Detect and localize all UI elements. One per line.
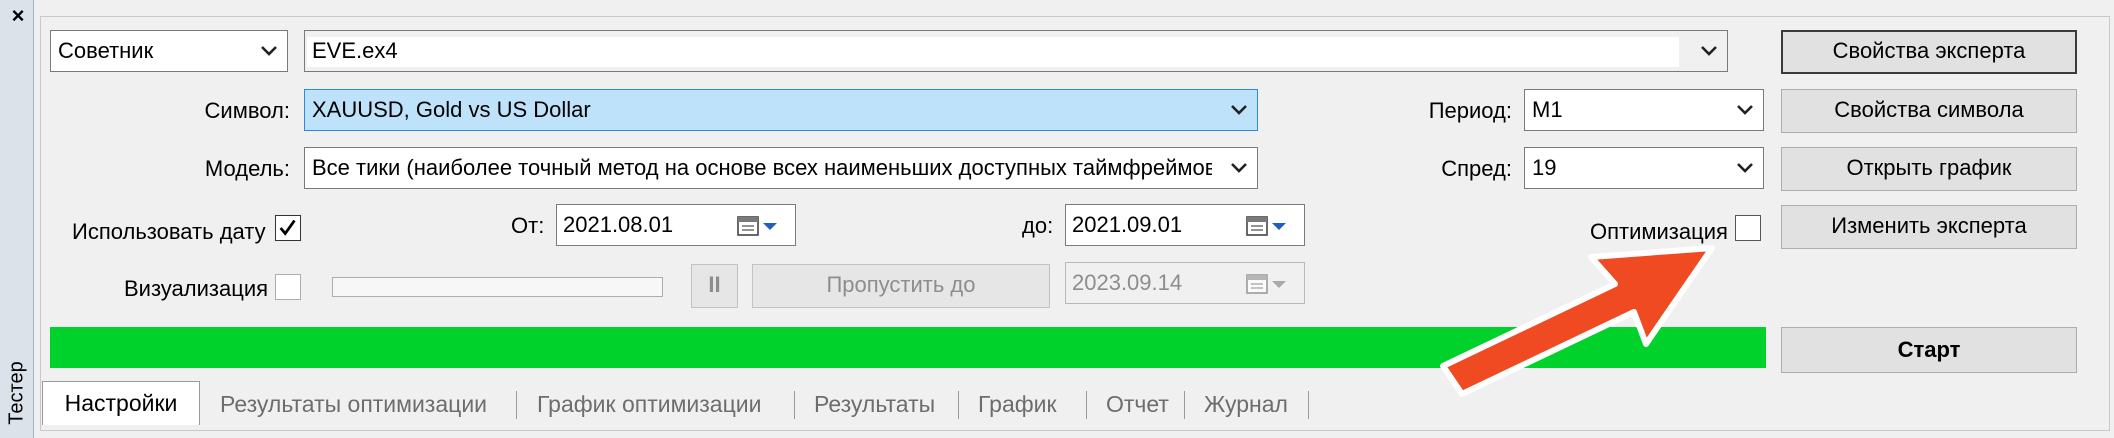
tab-separator (516, 391, 517, 419)
tab-optimization-results[interactable]: Результаты оптимизации (220, 383, 487, 425)
program-type-select[interactable]: Советник (50, 30, 288, 72)
program-type-value: Советник (58, 38, 154, 63)
model-label: Модель: (204, 156, 290, 181)
visualization-label: Визуализация (124, 276, 269, 301)
expert-value-text: EVE.ex4 (312, 38, 398, 63)
tab-journal[interactable]: Журнал (1204, 383, 1288, 425)
period-value: M1 (1532, 97, 1563, 122)
close-icon[interactable]: × (6, 4, 30, 28)
visualization-speed-slider[interactable] (332, 277, 663, 297)
chevron-down-icon (1231, 105, 1247, 115)
open-chart-button[interactable]: Открыть график (1781, 147, 2077, 191)
start-button[interactable]: Старт (1781, 327, 2077, 373)
tab-separator (1086, 391, 1087, 419)
checkmark-icon (279, 219, 296, 236)
symbol-select[interactable]: XAUUSD, Gold vs US Dollar (304, 89, 1258, 131)
expert-scroll-track (307, 37, 1727, 67)
chevron-down-icon (1737, 163, 1753, 173)
tab-separator (1184, 391, 1185, 419)
expert-select[interactable]: EVE.ex4 EVE.ex4 (304, 30, 1728, 72)
period-select[interactable]: M1 (1524, 89, 1764, 131)
tab-results[interactable]: Результаты (814, 383, 935, 425)
chevron-down-icon (261, 46, 277, 56)
symbol-properties-button[interactable]: Свойства символа (1781, 89, 2077, 133)
tester-tabs: Настройки Результаты оптимизации График … (40, 381, 2110, 427)
visualization-checkbox[interactable] (275, 274, 301, 300)
spread-label: Спред: (1441, 156, 1512, 181)
annotation-arrow-icon (1440, 245, 1715, 397)
to-label: до: (1022, 213, 1054, 238)
model-select[interactable]: Все тики (наиболее точный метод на основ… (304, 147, 1258, 189)
calendar-dropdown-icon[interactable] (1246, 273, 1290, 295)
tab-optimization-graph[interactable]: График оптимизации (537, 383, 761, 425)
skip-to-date-value: 2023.09.14 (1072, 270, 1183, 295)
to-date-picker[interactable]: 2021.09.01 (1065, 204, 1305, 246)
from-label: От: (511, 213, 545, 238)
model-value: Все тики (наиболее точный метод на основ… (312, 155, 1212, 180)
period-label: Период: (1428, 98, 1512, 123)
optimization-checkbox[interactable] (1735, 215, 1761, 241)
tester-vertical-title: Тестер (5, 361, 28, 425)
to-date-value: 2021.09.01 (1072, 212, 1183, 237)
skip-to-date-picker[interactable]: 2023.09.14 (1065, 262, 1305, 304)
modify-expert-button[interactable]: Изменить эксперта (1781, 205, 2077, 249)
chevron-down-icon (1701, 46, 1717, 56)
skip-to-button[interactable]: Пропустить до (752, 264, 1050, 308)
use-date-checkbox[interactable] (275, 215, 301, 241)
tab-separator (794, 391, 795, 419)
symbol-label: Символ: (204, 98, 290, 123)
calendar-dropdown-icon[interactable] (1246, 215, 1290, 237)
spread-select[interactable]: 19 (1524, 147, 1764, 189)
symbol-value: XAUUSD, Gold vs US Dollar (312, 97, 591, 122)
tab-separator (1308, 391, 1309, 419)
pause-button[interactable]: II (691, 264, 738, 308)
tab-graph[interactable]: График (978, 383, 1057, 425)
chevron-down-icon (1231, 163, 1247, 173)
calendar-dropdown-icon[interactable] (737, 215, 781, 237)
annotation-arrow-shape (1440, 245, 1715, 397)
spread-value: 19 (1532, 155, 1557, 180)
from-date-picker[interactable]: 2021.08.01 (556, 204, 796, 246)
use-date-label: Использовать дату (72, 219, 266, 244)
from-date-value: 2021.08.01 (563, 212, 674, 237)
expert-properties-button[interactable]: Свойства эксперта (1781, 30, 2077, 74)
chevron-down-icon (1737, 105, 1753, 115)
tab-separator (958, 391, 959, 419)
tab-report[interactable]: Отчет (1106, 383, 1169, 425)
tab-settings[interactable]: Настройки (42, 381, 200, 425)
